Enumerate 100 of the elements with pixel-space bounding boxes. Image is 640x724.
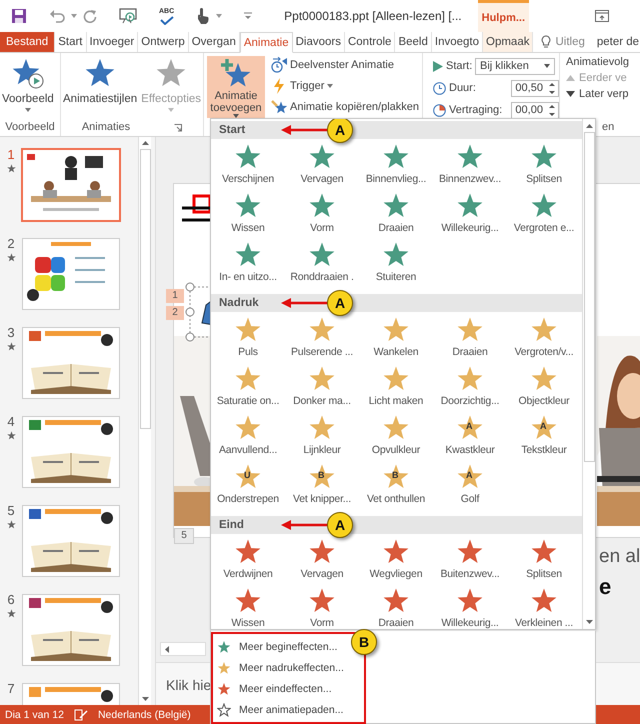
dialog-launcher-icon[interactable] <box>174 124 182 132</box>
effect-item[interactable]: Doorzichtig... <box>433 365 507 414</box>
scroll-down-icon[interactable] <box>142 697 148 701</box>
ribbon-tab[interactable]: Animatie <box>240 32 293 53</box>
icon-letter: A <box>540 421 546 431</box>
effect-item[interactable]: B Vet onthullen <box>359 463 433 512</box>
duration-spinner[interactable]: 00,50 <box>511 80 559 96</box>
effect-item[interactable]: Lijnkleur <box>285 414 359 463</box>
animation-styles-button[interactable]: Animatiestijlen <box>61 56 140 107</box>
effect-item[interactable]: Vorm <box>285 587 359 629</box>
ribbon-button[interactable]: Trigger <box>269 77 422 95</box>
language-indicator[interactable]: Nederlands (België) <box>98 709 191 721</box>
effect-item[interactable]: Vergroten/v... <box>507 316 581 365</box>
ribbon-tab[interactable]: Invoeger <box>86 32 138 52</box>
effect-item[interactable]: Willekeurig... <box>433 192 507 241</box>
menu-item[interactable]: Meer begineffecten... <box>213 636 338 657</box>
group-title: Animatievolg <box>566 56 630 68</box>
ribbon-tab[interactable]: Ontwerp <box>138 32 189 52</box>
touch-icon[interactable] <box>196 7 210 25</box>
scroll-left-icon[interactable] <box>165 646 169 652</box>
ribbon-tab[interactable]: Diavoors <box>292 32 345 52</box>
slide-title-text[interactable]: en al <box>599 542 640 572</box>
notes-placeholder[interactable]: Klik hie <box>166 677 212 693</box>
effect-item[interactable]: Draaien <box>359 192 433 241</box>
customize-icon[interactable] <box>244 12 252 20</box>
slideshow-icon[interactable] <box>119 8 137 24</box>
notes-icon[interactable] <box>74 709 88 721</box>
slide-number: 2 <box>7 236 15 251</box>
effect-item[interactable]: Binnenzwev... <box>433 143 507 192</box>
effect-item[interactable]: Pulserende ... <box>285 316 359 365</box>
scroll-up-icon[interactable] <box>586 124 592 128</box>
effect-item[interactable]: Opvulkleur <box>359 414 433 463</box>
effect-item[interactable]: Draaien <box>359 587 433 629</box>
menu-item[interactable]: Meer eindeffecten... <box>213 678 332 699</box>
restore-icon[interactable] <box>595 10 610 22</box>
triangle-up-icon <box>566 75 575 81</box>
scroll-down-icon[interactable] <box>586 620 592 624</box>
star-icon <box>530 365 558 393</box>
undo-icon[interactable] <box>49 9 65 23</box>
preview-button[interactable]: Voorbeeld <box>0 56 56 114</box>
effect-item[interactable]: In- en uitzo... <box>211 241 285 290</box>
ribbon-button[interactable]: Animatie kopiëren/plakken <box>269 98 422 116</box>
effect-item[interactable]: Wankelen <box>359 316 433 365</box>
add-animation-button[interactable]: Animatie toevoegen <box>207 56 265 118</box>
effect-item[interactable]: Saturatie on... <box>211 365 285 414</box>
star-icon <box>530 192 558 220</box>
section-header: Start <box>219 124 246 136</box>
effect-item[interactable]: Verdwijnen <box>211 538 285 587</box>
ribbon-tab[interactable]: Beeld <box>395 32 432 52</box>
effect-item[interactable]: Verschijnen <box>211 143 285 192</box>
slide-subtitle-text[interactable]: e <box>599 572 640 602</box>
ribbon-tab[interactable]: Opmaak <box>483 32 534 52</box>
effect-item[interactable]: Vergroten e... <box>507 192 581 241</box>
tell-me-field[interactable]: Uitleg <box>555 36 585 48</box>
effect-item[interactable]: A Tekstkleur <box>507 414 581 463</box>
scrollbar[interactable] <box>138 137 151 705</box>
menu-item[interactable]: Meer nadrukeffecten... <box>213 657 344 678</box>
effect-item[interactable]: Willekeurig... <box>433 587 507 629</box>
effect-item[interactable]: Puls <box>211 316 285 365</box>
ribbon-tab[interactable]: Start <box>55 32 86 52</box>
effect-item[interactable]: Binnenvlieg... <box>359 143 433 192</box>
ribbon-button[interactable]: Deelvenster Animatie <box>269 56 422 74</box>
effect-item[interactable]: Ronddraaien . <box>285 241 359 290</box>
start-dropdown[interactable]: Bij klikken <box>475 58 555 74</box>
effect-item[interactable]: Stuiteren <box>359 241 433 290</box>
effect-item[interactable]: Wissen <box>211 192 285 241</box>
caret-icon[interactable] <box>216 14 222 18</box>
effect-item[interactable]: Vervagen <box>285 143 359 192</box>
ribbon-tab[interactable]: Controle <box>344 32 396 52</box>
animation-tag[interactable]: 2 <box>166 306 184 320</box>
effect-item[interactable]: A Kwastkleur <box>433 414 507 463</box>
effect-item[interactable]: Buitenzwev... <box>433 538 507 587</box>
ribbon-tab[interactable]: Bestand <box>0 32 56 52</box>
effect-item[interactable]: B Vet knipper... <box>285 463 359 512</box>
effect-item[interactable]: Objectkleur <box>507 365 581 414</box>
effect-item[interactable]: Vorm <box>285 192 359 241</box>
effect-item[interactable]: Wissen <box>211 587 285 629</box>
caret-icon[interactable] <box>71 14 77 18</box>
effect-item[interactable]: A Golf <box>433 463 507 512</box>
effect-item[interactable]: Vervagen <box>285 538 359 587</box>
effect-item[interactable]: Aanvullend... <box>211 414 285 463</box>
user-name[interactable]: peter de <box>596 36 640 48</box>
effect-item[interactable]: Splitsen <box>507 143 581 192</box>
effect-item[interactable]: Donker ma... <box>285 365 359 414</box>
scroll-up-icon[interactable] <box>142 141 148 145</box>
menu-item[interactable]: Meer animatiepaden... <box>213 699 344 720</box>
scrollbar[interactable] <box>582 119 595 629</box>
effect-item[interactable]: Licht maken <box>359 365 433 414</box>
animation-tag[interactable]: 1 <box>166 289 184 303</box>
effect-item[interactable]: Verkleinen ... <box>507 587 581 629</box>
reorder-button[interactable]: Later verp <box>566 88 640 100</box>
redo-icon[interactable] <box>83 9 97 23</box>
effect-item[interactable]: Splitsen <box>507 538 581 587</box>
effect-item[interactable]: Wegvliegen <box>359 538 433 587</box>
effect-item[interactable]: U Onderstrepen <box>211 463 285 512</box>
save-icon[interactable] <box>11 8 27 24</box>
scrollbar[interactable] <box>160 642 206 656</box>
effect-item[interactable]: Draaien <box>433 316 507 365</box>
slide-number: 5 <box>7 503 15 518</box>
animation-tag[interactable]: 5 <box>174 528 194 544</box>
